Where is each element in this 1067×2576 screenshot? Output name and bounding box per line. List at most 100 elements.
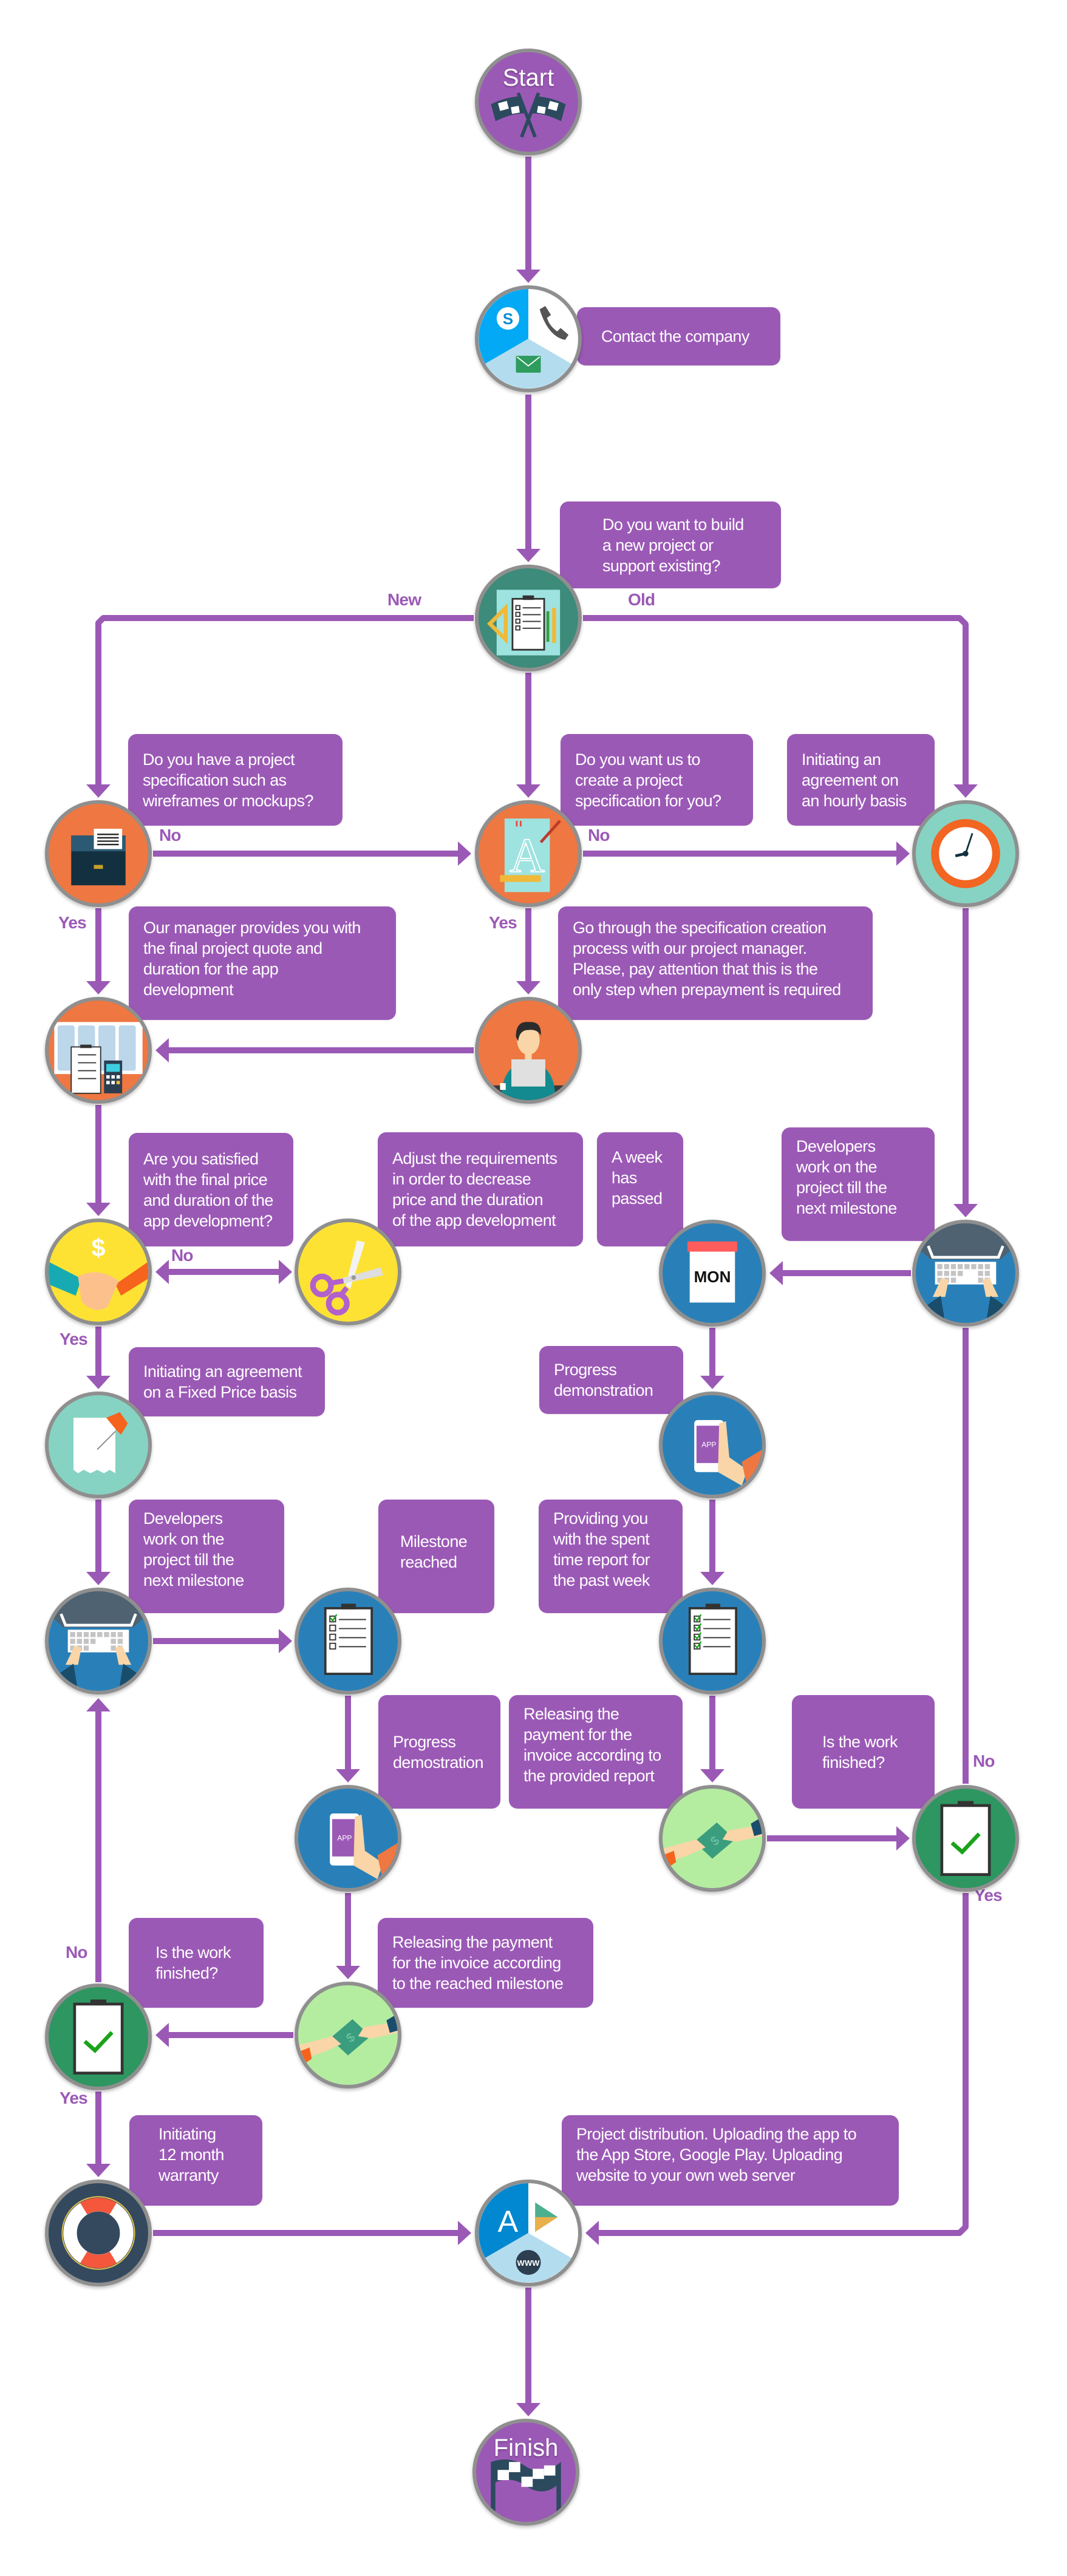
warranty-node (45, 2180, 152, 2286)
edge-pay-finished-fixed-arrowhead (155, 2023, 169, 2047)
flowchart-canvas: Contact the company Do you want to build… (0, 0, 1067, 2576)
finished-fixed-node (45, 1983, 152, 2090)
file-cabinet-icon (71, 829, 126, 886)
edge-label-spec-create-yes: Yes (489, 913, 517, 932)
edge-warranty-distribution-arrowhead (458, 2221, 471, 2245)
manager-laptop-icon (479, 1022, 578, 1100)
spec-create-question-box: Do you want us to create a project speci… (561, 734, 753, 826)
phone-app-icon: APP (330, 1813, 398, 1881)
adjust-node (295, 1218, 401, 1325)
week-passed-text: A week has passed (612, 1148, 663, 1208)
scissors-icon (310, 1240, 383, 1316)
checkered-flags-icon (491, 92, 566, 138)
money-exchange-icon: $ (663, 1816, 762, 1872)
clock-icon (931, 819, 1000, 888)
decision-question-text: Do you want to build a new project or su… (602, 515, 744, 575)
dev-hourly-node (912, 1220, 1019, 1327)
checkered-flag-icon (491, 2459, 561, 2522)
skype-phone-mail-icon: S (479, 289, 571, 389)
pay-milestone-text: Releasing the payment for the invoice ac… (392, 1933, 564, 1993)
edge-report-pay-arrowhead (700, 1769, 724, 1782)
report-node (659, 1588, 766, 1694)
edge-spec-have-yes-arrowhead (86, 981, 111, 994)
distribution-text: Project distribution. Uploading the app … (576, 2125, 857, 2184)
edge-decision-old-arrowhead (953, 784, 978, 798)
edge-dev-hourly-week-arrowhead (769, 1261, 783, 1285)
clipboard-check-icon (940, 1801, 991, 1876)
time-report-box: Providing you with the spent time report… (539, 1500, 683, 1613)
receipt-pin-icon (73, 1412, 128, 1473)
edge-decision-spec-create-arrowhead (516, 784, 540, 798)
contact-step-box: Contact the company (577, 307, 780, 365)
edge-quote-satisfied-arrowhead (86, 1203, 111, 1216)
spec-have-question-text: Do you have a project specification such… (143, 750, 313, 810)
finish-node: Finish (472, 2419, 579, 2526)
spec-create-question-text: Do you want us to create a project speci… (575, 750, 721, 810)
svg-text:A: A (498, 2204, 519, 2238)
edge-spec-create-yes-arrowhead (516, 981, 540, 994)
hourly-agreement-text: Initiating an agreement on an hourly bas… (802, 750, 907, 810)
contact-node: S (475, 285, 582, 392)
finished-fixed-question-text: Is the work finished? (155, 1943, 231, 1982)
clipboard-one-check-icon (324, 1603, 373, 1675)
satisfied-question-box: Are you satisfied with the final price a… (129, 1133, 293, 1246)
milestone-node (295, 1588, 401, 1694)
hourly-node (912, 800, 1019, 907)
appstore-playstore-www-icon: A WWW (479, 2183, 571, 2283)
satisfied-node: $ (45, 1218, 152, 1325)
edge-label-spec-create-no: No (588, 826, 610, 845)
edge-dev-milestone-arrowhead (279, 1629, 292, 1653)
edge-satisfied-fixed-arrowhead (86, 1376, 111, 1389)
pay-milestone-node: $ (295, 1982, 401, 2088)
app-label: APP (701, 1441, 716, 1449)
edge-satisfied-adjust-back-arrowhead (155, 1260, 169, 1284)
distribution-box: Project distribution. Uploading the app … (562, 2115, 899, 2206)
edge-milestone-demo-arrowhead (336, 1769, 360, 1782)
edge-label-satisfied-yes: Yes (60, 1330, 88, 1348)
spec-create-node: A (475, 800, 582, 907)
edge-label-finished-fixed-no: No (66, 1943, 88, 1962)
edge-week-demo-arrowhead (700, 1376, 724, 1389)
dev-fixed-box: Developers work on the project till the … (129, 1500, 284, 1613)
mockups-calculator-icon (54, 1022, 143, 1094)
svg-text:$: $ (92, 1234, 106, 1262)
fixed-price-text: Initiating an agreement on a Fixed Price… (143, 1362, 302, 1401)
fixed-price-node (45, 1392, 152, 1498)
dev-hourly-box: Developers work on the project till the … (782, 1127, 935, 1241)
demo-hourly-box: Progress demonstration (539, 1346, 683, 1414)
dev-hourly-text: Developers work on the project till the … (796, 1137, 897, 1217)
decision-node (475, 565, 582, 671)
edge-contact-decision-arrowhead (516, 549, 540, 562)
manager-step-text: Go through the specification creation pr… (573, 919, 841, 999)
clipboard-all-checked-icon (688, 1603, 737, 1675)
edge-label-spec-have-yes: Yes (58, 913, 87, 932)
manager-step-box: Go through the specification creation pr… (558, 906, 873, 1020)
edge-finished-hourly-yes-arrowhead (585, 2221, 599, 2245)
app-label: APP (337, 1834, 352, 1843)
spec-have-question-box: Do you have a project specification such… (128, 734, 343, 826)
adjust-step-text: Adjust the requirements in order to decr… (392, 1149, 557, 1229)
fixed-price-box: Initiating an agreement on a Fixed Price… (129, 1347, 325, 1416)
spec-have-node (45, 800, 152, 907)
quote-node (45, 997, 152, 1104)
handshake-dollar-icon: $ (49, 1234, 148, 1310)
clipboard-check-icon (73, 1999, 124, 2075)
phone-app-icon: APP (694, 1420, 762, 1488)
svg-text:WWW: WWW (517, 2258, 540, 2268)
pay-report-box: Releasing the payment for the invoice ac… (509, 1695, 683, 1809)
contact-step-text: Contact the company (601, 327, 749, 345)
finished-hourly-question-text: Is the work finished? (822, 1732, 898, 1772)
edge-finished-fixed-yes-arrowhead (86, 2164, 111, 2177)
finished-hourly-question-box: Is the work finished? (792, 1695, 935, 1809)
pay-report-text: Releasing the payment for the invoice ac… (523, 1705, 661, 1785)
manager-node (475, 997, 582, 1104)
finished-fixed-question-box: Is the work finished? (129, 1918, 264, 2008)
week-node: MON (659, 1220, 766, 1327)
clipboard-ruler-icon (487, 590, 561, 656)
blueprint-pencil-icon: A (500, 818, 561, 892)
edge-demo-report-arrowhead (700, 1572, 724, 1585)
svg-text:A: A (510, 829, 545, 883)
edge-label-finished-hourly-no: No (973, 1752, 995, 1770)
pay-report-node: $ (659, 1785, 766, 1892)
demo-fixed-node: APP (295, 1785, 401, 1892)
